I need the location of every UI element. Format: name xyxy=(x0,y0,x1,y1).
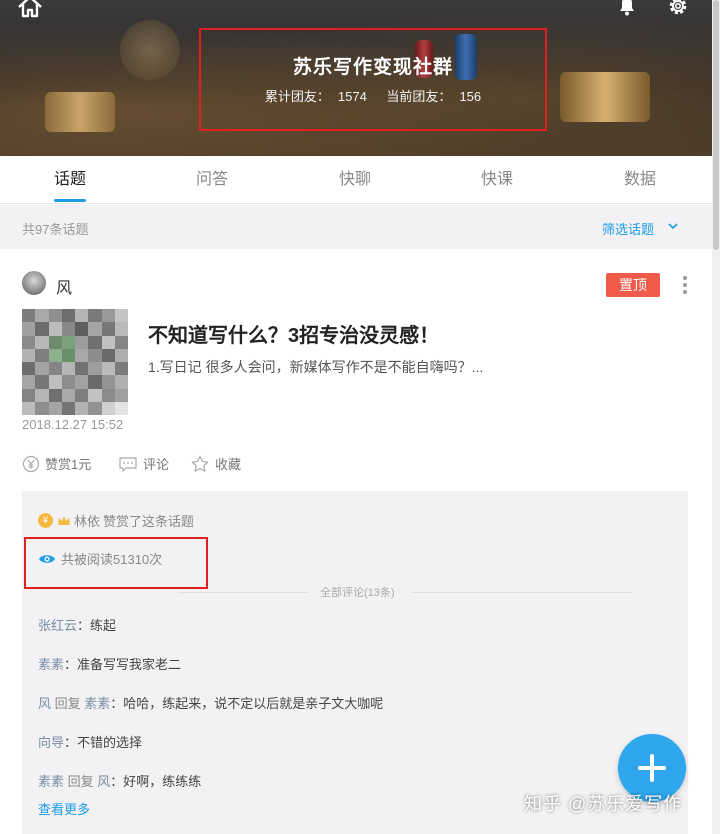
comment-item: 风 回复 素素：哈哈，练起来，说不定以后就是亲子文大咖呢 xyxy=(38,693,383,712)
comment-button[interactable]: 评论 xyxy=(118,454,169,473)
more-icon[interactable] xyxy=(680,273,690,297)
post-excerpt[interactable]: 1.写日记 很多人会问，新媒体写作不是不能自嗨吗？... xyxy=(148,357,483,377)
tab-bar: 话题 问答 快聊 快课 数据 xyxy=(0,156,712,204)
post-thumbnail[interactable] xyxy=(22,309,128,415)
topic-summary-bar: 共97条话题 筛选话题 xyxy=(0,205,712,249)
blurred-image xyxy=(22,309,128,415)
comment-text: ：练起 xyxy=(77,618,117,633)
group-banner: 苏乐写作变现社群 累计团友： 1574 当前团友： 156 xyxy=(0,0,712,156)
topic-count: 共97条话题 xyxy=(22,222,89,237)
read-count-text: 共被阅读51310次 xyxy=(61,552,163,567)
current-members-label: 当前团友： xyxy=(386,89,452,104)
topic-post: 风 置顶 不知道写什么？3招专治没灵感！ 1.写日记 很多人会问，新媒体写作不是… xyxy=(0,249,712,834)
comment-item: 张红云：练起 xyxy=(38,615,116,634)
commenter-name[interactable]: 素素 xyxy=(38,774,64,789)
favorite-label: 收藏 xyxy=(215,457,242,472)
tab-topics[interactable]: 话题 xyxy=(30,156,110,204)
read-count: 共被阅读51310次 xyxy=(38,549,162,568)
bell-icon[interactable] xyxy=(616,0,638,16)
group-title: 苏乐写作变现社群 xyxy=(292,57,453,78)
favorite-button[interactable]: 收藏 xyxy=(190,454,241,473)
total-members-value: 1574 xyxy=(337,89,367,104)
comment-panel: ¥ 林依 赞赏了这条话题 共被阅读51310次 全部评论(13条) 张红云：练起… xyxy=(22,491,688,834)
divider xyxy=(412,592,632,593)
scrollbar-thumb[interactable] xyxy=(713,0,719,250)
total-members-label: 累计团友： xyxy=(264,89,330,104)
commenter-name[interactable]: 风 xyxy=(38,696,51,711)
banner-decoration xyxy=(120,20,180,80)
gear-icon[interactable] xyxy=(666,0,690,18)
reward-button[interactable]: 赞赏1元 xyxy=(22,454,91,473)
commenter-name[interactable]: 张红云 xyxy=(38,618,77,633)
scrollbar[interactable] xyxy=(712,0,720,834)
see-more-link[interactable]: 查看更多 xyxy=(38,799,90,818)
commenter-name[interactable]: 素素 xyxy=(38,657,64,672)
comment-item: 向导：不错的选择 xyxy=(38,732,142,751)
group-stats: 累计团友： 1574 当前团友： 156 xyxy=(199,86,547,105)
comment-item: 素素：准备写写我家老二 xyxy=(38,654,181,673)
comment-label: 评论 xyxy=(143,457,170,472)
tab-quick-chat[interactable]: 快聊 xyxy=(315,156,395,204)
plus-icon xyxy=(650,754,654,782)
all-comments-label: 全部评论(13条) xyxy=(314,584,401,600)
tab-qa[interactable]: 问答 xyxy=(172,156,252,204)
eye-icon xyxy=(39,554,55,563)
post-title[interactable]: 不知道写什么？3招专治没灵感！ xyxy=(148,319,439,348)
chevron-down-icon[interactable] xyxy=(666,219,680,233)
comment-item: 素素 回复 风：好啊，练练练 xyxy=(38,771,201,790)
divider xyxy=(178,592,308,593)
reward-label: 赞赏1元 xyxy=(45,457,92,472)
pinned-badge: 置顶 xyxy=(606,273,660,297)
banner-decoration xyxy=(45,92,115,132)
reward-text: 赞赏了这条话题 xyxy=(103,514,195,529)
post-timestamp: 2018.12.27 15:52 xyxy=(22,417,124,432)
avatar[interactable] xyxy=(22,271,46,295)
home-icon[interactable] xyxy=(16,0,44,18)
comment-icon xyxy=(119,456,137,472)
tab-quick-course[interactable]: 快课 xyxy=(457,156,537,204)
reward-notice: ¥ 林依 赞赏了这条话题 xyxy=(38,511,194,530)
coin-icon: ¥ xyxy=(38,513,53,528)
crown-icon xyxy=(58,515,70,525)
current-members: 当前团友： 156 xyxy=(382,89,485,104)
reward-user[interactable]: 林依 xyxy=(74,511,100,530)
commenter-name[interactable]: 向导 xyxy=(38,735,64,750)
watermark: 知乎 @苏乐爱写作 xyxy=(524,794,683,814)
reply-target[interactable]: 素素 xyxy=(84,696,110,711)
current-members-value: 156 xyxy=(459,89,482,104)
total-members: 累计团友： 1574 xyxy=(261,89,371,104)
author-name[interactable]: 风 xyxy=(56,274,72,298)
comment-text: ：哈哈，练起来，说不定以后就是亲子文大咖呢 xyxy=(110,696,384,711)
comment-text: ：不错的选择 xyxy=(64,735,143,750)
highlight-box xyxy=(199,28,547,131)
tab-data[interactable]: 数据 xyxy=(600,156,680,204)
reply-target[interactable]: 风 xyxy=(97,774,110,789)
reply-word: 回复 xyxy=(64,774,98,789)
reply-word: 回复 xyxy=(51,696,85,711)
filter-topics-button[interactable]: 筛选话题 xyxy=(602,219,654,238)
yuan-icon xyxy=(22,455,40,472)
comment-text: ：准备写写我家老二 xyxy=(64,657,182,672)
banner-decoration xyxy=(560,72,650,122)
comment-text: ：好啊，练练练 xyxy=(110,774,202,789)
star-icon xyxy=(191,455,209,472)
